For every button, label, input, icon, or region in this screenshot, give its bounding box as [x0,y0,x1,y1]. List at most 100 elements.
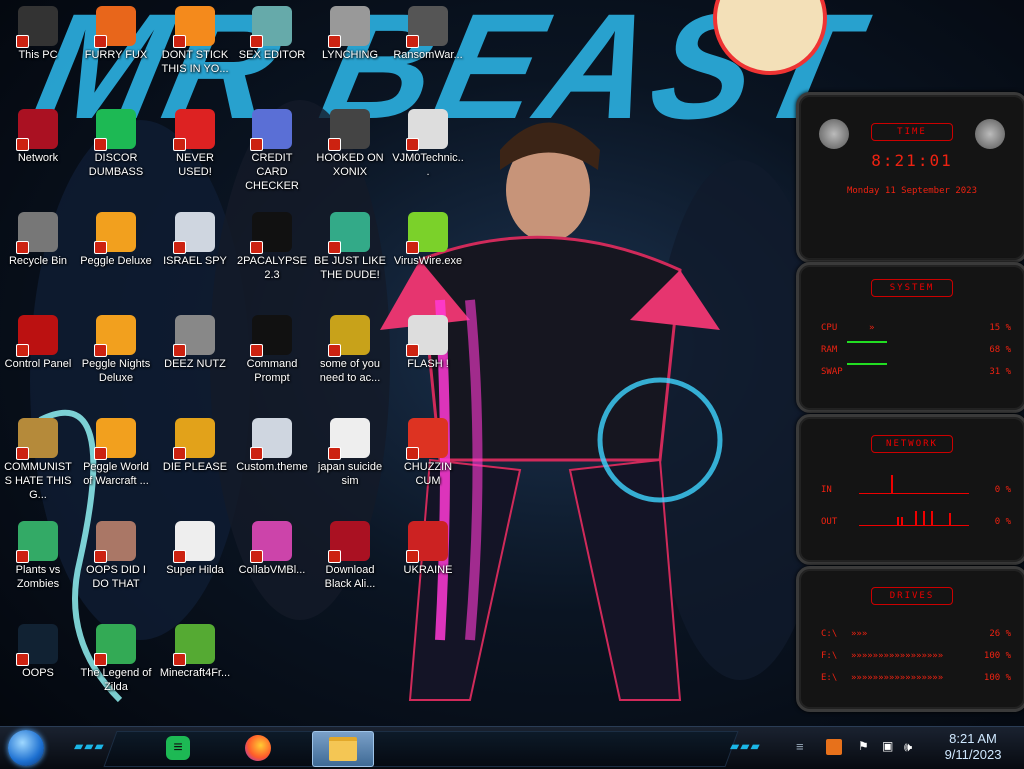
desktop-icon[interactable]: OOPS [0,618,76,680]
desktop-icon[interactable]: FLASH ! [390,309,466,371]
desktop-icon[interactable]: some of you need to ac... [312,309,388,385]
volume-icon[interactable]: 🕪 [904,739,920,755]
app-icon [406,109,448,151]
desktop-icon-label: SEX EDITOR [238,49,306,61]
desktop-icon[interactable]: NEVER USED! [157,103,233,179]
desktop-icon[interactable]: BE JUST LIKE THE DUDE! [312,206,388,282]
start-button[interactable] [8,730,44,766]
app-icon [173,624,215,666]
desktop-icon[interactable]: COMMUNISTS HATE THIS G... [0,412,76,502]
app-tray-icon[interactable] [826,739,842,755]
desktop-icon-label: Peggle World of Warcraft ... [83,461,149,487]
desktop-icon[interactable]: Super Hilda [157,515,233,577]
desktop-icon[interactable]: DIE PLEASE [157,412,233,474]
net-in-value: 0 % [994,485,1011,495]
desktop-icon[interactable]: Plants vs Zombies [0,515,76,591]
desktop-icon-label: FLASH ! [407,358,449,370]
shortcut-badge-icon [94,447,107,460]
desktop-icon[interactable]: Network [0,103,76,165]
shortcut-badge-icon [250,550,263,563]
desktop-icon-label: Recycle Bin [8,255,68,267]
desktop-icon[interactable]: VJM0Technic... [390,103,466,179]
ram-bar [847,341,887,343]
desktop-icon[interactable]: Custom.theme [234,412,310,474]
desktop-icon[interactable]: HOOKED ON XONIX [312,103,388,179]
show-hidden-icons-icon[interactable]: ≡ [796,739,812,755]
desktop-icon[interactable]: Download Black Ali... [312,515,388,591]
app-icon [328,418,370,460]
action-center-flag-icon[interactable]: ⚑ [858,739,874,755]
desktop-icon-label: DIE PLEASE [162,461,228,473]
desktop-icon[interactable]: DONT STICK THIS IN YO... [157,0,233,76]
desktop-icon[interactable]: 2PACALYPSE 2.3 [234,206,310,282]
desktop-icon[interactable]: LYNCHING [312,0,388,62]
network-widget: NETWORK IN 0 % OUT 0 % [796,414,1024,565]
shortcut-badge-icon [328,447,341,460]
app-icon [16,418,58,460]
shortcut-badge-icon [16,241,29,254]
drive-e-value: 100 % [983,673,1011,683]
desktop-icon-label: Peggle Deluxe [80,255,152,267]
desktop-icon-label: Custom.theme [236,461,308,473]
shortcut-badge-icon [328,35,341,48]
shortcut-badge-icon [173,653,186,666]
desktop-icon[interactable]: ISRAEL SPY [157,206,233,268]
swap-bar [847,363,887,365]
taskbar-clock[interactable]: 8:21 AM 9/11/2023 [928,731,1018,763]
desktop-icon[interactable]: Peggle Nights Deluxe [78,309,154,385]
desktop-icon-label: CollabVMBl... [238,564,306,576]
shortcut-badge-icon [173,447,186,460]
app-icon [94,624,136,666]
app-icon [94,6,136,48]
desktop-icon[interactable]: CREDIT CARD CHECKER [234,103,310,193]
app-icon [94,521,136,563]
app-icon [250,418,292,460]
desktop-icon[interactable]: VirusWire.exe [390,206,466,268]
drive-c-value: 26 % [989,629,1011,639]
desktop-icon[interactable]: OOPS DID I DO THAT [78,515,154,591]
file-explorer-icon[interactable] [312,731,374,767]
desktop-icon[interactable]: Control Panel [0,309,76,371]
desktop-icon-label: OOPS [22,667,54,679]
desktop-icon-label: Command Prompt [246,358,298,384]
desktop-icon[interactable]: Command Prompt [234,309,310,385]
shortcut-badge-icon [16,447,29,460]
desktop-icon[interactable]: DISCOR DUMBASS [78,103,154,179]
desktop-icon-label: DISCOR DUMBASS [88,152,144,178]
shortcut-badge-icon [406,35,419,48]
system-widget: SYSTEM CPU » 15 % RAM 68 % SWAP 31 % [796,262,1024,413]
desktop-icon[interactable]: This PC [0,0,76,62]
desktop-icon[interactable]: CollabVMBl... [234,515,310,577]
shortcut-badge-icon [250,344,263,357]
desktop-icon-label: some of you need to ac... [319,358,381,384]
app-icon [406,418,448,460]
desktop-icon[interactable]: RansomWar... [390,0,466,62]
desktop-icon-label: Network [17,152,59,164]
desktop-icon[interactable]: FURRY FUX [78,0,154,62]
shortcut-badge-icon [173,344,186,357]
desktop-icon[interactable]: Minecraft4Fr... [157,618,233,680]
net-out-value: 0 % [994,517,1011,527]
shortcut-badge-icon [406,550,419,563]
app-icon [16,315,58,357]
desktop-icon[interactable]: Peggle World of Warcraft ... [78,412,154,488]
desktop-icon[interactable]: japan suicide sim [312,412,388,488]
desktop-icon-label: Peggle Nights Deluxe [81,358,151,384]
discord-icon[interactable]: ≡ [158,731,198,765]
desktop-icon[interactable]: Peggle Deluxe [78,206,154,268]
desktop-icon[interactable]: Recycle Bin [0,206,76,268]
desktop-icon[interactable]: DEEZ NUTZ [157,309,233,371]
app-icon [173,418,215,460]
desktop-icon-label: 2PACALYPSE 2.3 [237,255,307,281]
app-icon [328,109,370,151]
desktop-icon[interactable]: CHUZZIN CUM [390,412,466,488]
desktop-icon[interactable]: UKRAINE [390,515,466,577]
app-icon [16,212,58,254]
network-icon[interactable]: ▣ [882,739,898,755]
firefox-icon[interactable] [238,731,278,765]
desktop-icon[interactable]: The Legend of Zilda [78,618,154,694]
desktop-icon-label: OOPS DID I DO THAT [86,564,146,590]
desktop-icon[interactable]: SEX EDITOR [234,0,310,62]
shortcut-badge-icon [250,138,263,151]
app-icon [250,109,292,151]
